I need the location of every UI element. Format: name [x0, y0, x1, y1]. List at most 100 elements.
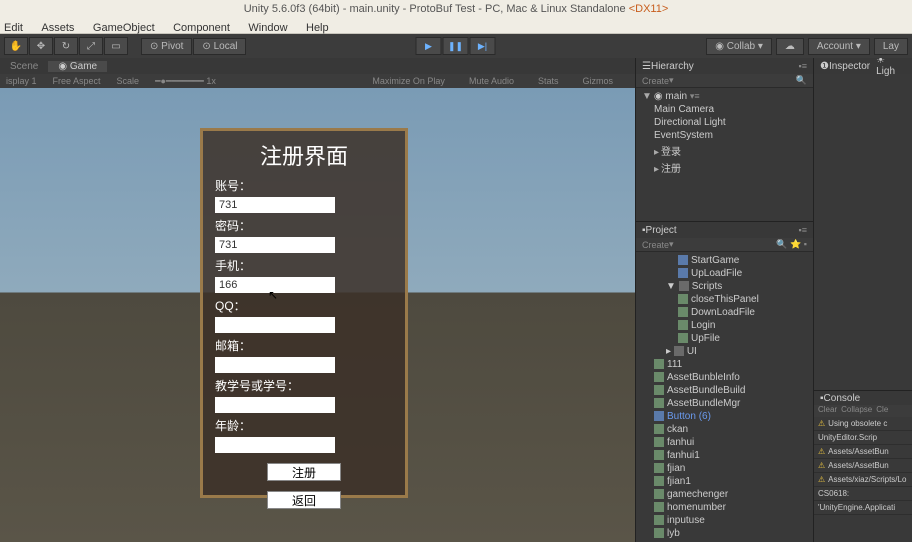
phone-input[interactable]	[215, 277, 335, 293]
project-item[interactable]: ckan	[638, 423, 811, 436]
project-item[interactable]: Login	[638, 319, 811, 332]
window-title: Unity 5.6.0f3 (64bit) - main.unity - Pro…	[0, 0, 912, 18]
age-input[interactable]	[215, 437, 335, 453]
warning-icon: ⚠	[818, 447, 825, 456]
project-item[interactable]: UpLoadFile	[638, 267, 811, 280]
hierarchy-create[interactable]: Create	[642, 76, 669, 86]
cs-icon	[678, 320, 688, 330]
account-dropdown[interactable]: Account ▾	[808, 38, 870, 55]
project-item[interactable]: Button (6)	[638, 410, 811, 423]
project-item[interactable]: fjian	[638, 462, 811, 475]
register-button[interactable]: 注册	[267, 463, 341, 481]
password-input[interactable]	[215, 237, 335, 253]
step-button[interactable]: ▶|	[470, 37, 496, 55]
cs-icon	[654, 398, 664, 408]
menu-help[interactable]: Help	[306, 22, 329, 34]
hierarchy-item[interactable]: EventSystem	[638, 129, 811, 142]
account-input[interactable]	[215, 197, 335, 213]
project-item[interactable]: inputuse	[638, 514, 811, 527]
project-item[interactable]: ▸ UI	[638, 345, 811, 358]
console-entry[interactable]: UnityEditor.Scrip	[814, 431, 912, 445]
console-entry[interactable]: 'UnityEngine.Applicati	[814, 501, 912, 515]
hierarchy-item[interactable]: ▸登录	[638, 142, 811, 159]
console-entry[interactable]: ⚠Assets/AssetBun	[814, 445, 912, 459]
project-item[interactable]: gamechenger	[638, 488, 811, 501]
warning-icon: ⚠	[818, 461, 825, 470]
console-collapse[interactable]: Collapse	[841, 405, 872, 417]
hierarchy-tab[interactable]: ☰ Hierarchy▪≡	[636, 58, 813, 74]
phone-label: 手机：	[215, 257, 393, 274]
project-item[interactable]: AssetBunbleInfo	[638, 371, 811, 384]
project-item[interactable]: ▼ Scripts	[638, 280, 811, 293]
collab-dropdown[interactable]: ◉ Collab ▾	[706, 38, 772, 55]
layers-dropdown[interactable]: Lay	[874, 38, 908, 55]
back-button[interactable]: 返回	[267, 491, 341, 509]
project-item[interactable]: StartGame	[638, 254, 811, 267]
console-clear[interactable]: Clear	[818, 405, 837, 417]
console-entry[interactable]: ⚠Using obsolete c	[814, 417, 912, 431]
project-item[interactable]: AssetBundleMgr	[638, 397, 811, 410]
project-item[interactable]: homenumber	[638, 501, 811, 514]
console-entry[interactable]: ⚠Assets/AssetBun	[814, 459, 912, 473]
hierarchy-item[interactable]: Directional Light	[638, 116, 811, 129]
menu-edit[interactable]: Edit	[4, 22, 23, 34]
scale-tool-icon[interactable]: ⤢	[79, 37, 103, 55]
project-item[interactable]: lyb	[638, 527, 811, 540]
gizmos-dropdown[interactable]: Gizmos	[582, 76, 613, 86]
menu-gameobject[interactable]: GameObject	[93, 22, 155, 34]
play-button[interactable]: ▶	[416, 37, 442, 55]
maximize-toggle[interactable]: Maximize On Play	[372, 76, 445, 86]
menu-component[interactable]: Component	[173, 22, 230, 34]
menu-assets[interactable]: Assets	[41, 22, 74, 34]
cs-icon	[654, 437, 664, 447]
console-entry[interactable]: ⚠Assets/xiaz/Scripts/Lo	[814, 473, 912, 487]
tab-game[interactable]: ◉ Game	[48, 61, 107, 72]
hand-tool-icon[interactable]: ✋	[4, 37, 28, 55]
pivot-toggle[interactable]: ⊙ Pivot	[141, 38, 192, 55]
inspector-tab[interactable]: ❶ Inspector ☀ Ligh	[814, 58, 912, 74]
register-panel: 注册界面 账号： 密码： 手机： QQ： 邮箱： 教学号或学号： 年龄： 注册 …	[200, 128, 408, 498]
cs-icon	[654, 385, 664, 395]
cs-icon	[654, 450, 664, 460]
console-tab[interactable]: ▪ Console	[814, 391, 912, 405]
project-item[interactable]: DownLoadFile	[638, 306, 811, 319]
local-toggle[interactable]: ⊙ Local	[193, 38, 246, 55]
console-entry[interactable]: CS0618:	[814, 487, 912, 501]
hierarchy-item[interactable]: Main Camera	[638, 103, 811, 116]
scale-slider[interactable]: ━●━━━━━━━ 1x	[155, 76, 232, 87]
main-toolbar: ✋ ✥ ↻ ⤢ ▭ ⊙ Pivot ⊙ Local ▶ ❚❚ ▶| ◉ Coll…	[0, 34, 912, 58]
cloud-icon[interactable]: ☁	[776, 38, 804, 55]
aspect-dropdown[interactable]: Free Aspect	[53, 76, 101, 86]
cs-icon	[654, 502, 664, 512]
email-label: 邮箱：	[215, 337, 393, 354]
project-item[interactable]: fjian1	[638, 475, 811, 488]
scene-node[interactable]: ▼◉ main ▾≡	[638, 90, 811, 103]
project-item[interactable]: fanhui1	[638, 449, 811, 462]
mute-toggle[interactable]: Mute Audio	[469, 76, 514, 86]
email-input[interactable]	[215, 357, 335, 373]
project-create[interactable]: Create	[642, 240, 669, 250]
project-item[interactable]: UpFile	[638, 332, 811, 345]
prefab-icon	[654, 411, 664, 421]
game-viewport: 注册界面 账号： 密码： 手机： QQ： 邮箱： 教学号或学号： 年龄： 注册 …	[0, 88, 635, 542]
stats-toggle[interactable]: Stats	[538, 76, 559, 86]
hierarchy-item[interactable]: ▸注册	[638, 159, 811, 176]
project-item[interactable]: fanhui	[638, 436, 811, 449]
project-item[interactable]: AssetBundleBuild	[638, 384, 811, 397]
rect-tool-icon[interactable]: ▭	[104, 37, 128, 55]
tab-scene[interactable]: Scene	[0, 61, 48, 72]
project-tab[interactable]: ▪ Project▪≡	[636, 222, 813, 238]
display-dropdown[interactable]: isplay 1	[6, 76, 37, 86]
console-cle[interactable]: Cle	[876, 405, 888, 417]
pause-button[interactable]: ❚❚	[443, 37, 469, 55]
menu-window[interactable]: Window	[248, 22, 287, 34]
rotate-tool-icon[interactable]: ↻	[54, 37, 78, 55]
project-item[interactable]: 111	[638, 358, 811, 371]
student-input[interactable]	[215, 397, 335, 413]
folder-icon	[674, 346, 684, 356]
age-label: 年龄：	[215, 417, 393, 434]
move-tool-icon[interactable]: ✥	[29, 37, 53, 55]
project-item[interactable]: closeThisPanel	[638, 293, 811, 306]
qq-input[interactable]	[215, 317, 335, 333]
cs-icon	[654, 463, 664, 473]
